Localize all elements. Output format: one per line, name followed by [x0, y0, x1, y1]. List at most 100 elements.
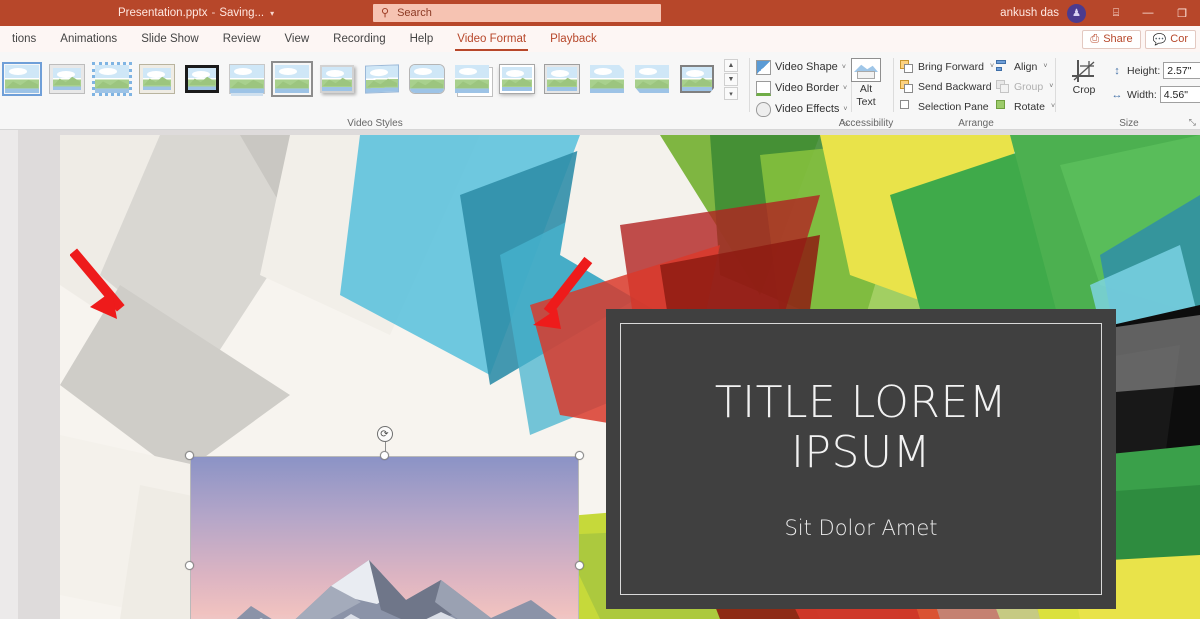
chevron-down-icon[interactable]: ˅ [990, 63, 994, 70]
video-style-thumbnail[interactable] [2, 58, 42, 100]
video-style-thumbnail[interactable] [497, 58, 537, 100]
chevron-down-icon[interactable]: ˅ [1043, 63, 1047, 70]
gallery-more-icon[interactable]: ▾ [724, 87, 738, 100]
video-format-menu-list: Video Shape ˅ Video Border ˅ Video Effec… [756, 58, 848, 118]
bring-forward-button[interactable]: Bring Forward ˅ [900, 58, 1002, 75]
ribbon-group-video-styles: ▲ ▼ ▾ Video Styles [0, 52, 750, 130]
rotate-button[interactable]: Rotate ˅ [996, 98, 1055, 115]
crop-button[interactable]: Crop [1064, 60, 1104, 96]
video-style-thumbnail[interactable] [452, 58, 492, 100]
resize-handle-w[interactable] [185, 561, 194, 570]
video-effects-icon [756, 102, 771, 117]
arrange-column-order: Bring Forward ˅ Send Backward ˅ Selectio… [900, 58, 1002, 115]
search-box[interactable]: ⚲ Search [373, 4, 661, 22]
video-style-thumbnail[interactable] [542, 58, 582, 100]
selection-pane-button[interactable]: Selection Pane [900, 98, 1002, 115]
restore-button[interactable]: ❐ [1164, 0, 1200, 26]
video-style-thumbnail[interactable] [677, 58, 717, 100]
send-backward-button[interactable]: Send Backward ˅ [900, 78, 1002, 95]
alt-text-button[interactable]: Alt Text [838, 58, 894, 108]
align-button[interactable]: Align ˅ [996, 58, 1055, 75]
align-icon [996, 60, 1010, 74]
gallery-scroll-buttons[interactable]: ▲ ▼ ▾ [724, 59, 738, 100]
title-textbox-inner-border: TITLE LOREM IPSUM Sit Dolor Amet [620, 323, 1102, 595]
video-border-label: Video Border [775, 82, 839, 94]
gallery-scroll-down-icon[interactable]: ▼ [724, 73, 738, 86]
avatar[interactable]: ♟ [1067, 4, 1086, 23]
height-input[interactable]: 2.57" [1163, 62, 1200, 79]
slide-panel: TITLE LOREM IPSUM Sit Dolor Amet [18, 130, 1200, 619]
selected-video-object[interactable]: ▲ ☰ 00:00 ⟳ [190, 456, 579, 619]
gallery-scroll-up-icon[interactable]: ▲ [724, 59, 738, 72]
rotate-icon [996, 100, 1010, 114]
bring-forward-icon [900, 60, 914, 74]
video-border-icon [756, 81, 771, 96]
tab-playback[interactable]: Playback [538, 26, 609, 52]
video-style-thumbnail[interactable] [227, 58, 267, 100]
width-input[interactable]: 4.56" [1160, 86, 1200, 103]
bring-forward-label: Bring Forward [918, 61, 984, 73]
width-label: Width: [1127, 89, 1157, 101]
crop-icon [1072, 60, 1096, 82]
tab-help[interactable]: Help [398, 26, 446, 52]
video-style-thumbnail[interactable] [317, 58, 357, 100]
tabstrip-actions: ⎙ Share 💬 Cor [1082, 26, 1196, 52]
tab-review[interactable]: Review [211, 26, 273, 52]
comments-label: Cor [1170, 33, 1188, 45]
title-bar-right: ankush das ♟ ⌸ — ❐ [1000, 0, 1200, 26]
arrange-column-position: Align ˅ Group ˅ Rotate ˅ [996, 58, 1055, 115]
ribbon-group-accessibility: Alt Text Accessibility [838, 52, 894, 130]
rotate-handle-icon[interactable]: ⟳ [377, 426, 393, 442]
comment-icon: 💬 [1153, 33, 1167, 46]
minimize-button[interactable]: — [1132, 0, 1164, 26]
tab-view[interactable]: View [272, 26, 321, 52]
group-label: Group [1014, 81, 1043, 93]
video-style-thumbnail[interactable] [272, 58, 312, 100]
video-frame[interactable]: ▲ ☰ 00:00 [190, 456, 579, 619]
resize-handle-n[interactable] [380, 451, 389, 460]
share-button[interactable]: ⎙ Share [1082, 30, 1140, 49]
video-shape-button[interactable]: Video Shape ˅ [756, 58, 848, 76]
powerpoint-window: Presentation.pptx - Saving... ▾ ⚲ Search… [0, 0, 1200, 619]
resize-handle-ne[interactable] [575, 451, 584, 460]
video-border-button[interactable]: Video Border ˅ [756, 79, 848, 97]
ribbon-group-arrange: Bring Forward ˅ Send Backward ˅ Selectio… [896, 52, 1056, 130]
send-backward-label: Send Backward [918, 81, 992, 93]
workspace: TITLE LOREM IPSUM Sit Dolor Amet [0, 130, 1200, 619]
tab-animations[interactable]: Animations [48, 26, 129, 52]
chevron-down-icon: ˅ [1049, 83, 1053, 90]
video-style-thumbnail[interactable] [182, 58, 222, 100]
send-backward-icon [900, 80, 914, 94]
video-styles-gallery[interactable] [2, 58, 717, 100]
video-style-thumbnail[interactable] [362, 58, 402, 100]
chevron-down-icon[interactable]: ˅ [1051, 103, 1055, 110]
resize-handle-e[interactable] [575, 561, 584, 570]
ribbon-display-options-icon[interactable]: ⌸ [1100, 0, 1132, 26]
alt-text-icon [851, 58, 881, 82]
chevron-down-icon[interactable]: ▾ [270, 9, 274, 18]
video-effects-button[interactable]: Video Effects ˅ [756, 100, 848, 118]
video-style-thumbnail[interactable] [587, 58, 627, 100]
size-dialog-launcher[interactable]: ⤡ [1189, 117, 1196, 128]
tab-transitions[interactable]: tions [0, 26, 48, 52]
group-label-size: Size [1058, 118, 1200, 129]
ribbon: ▲ ▼ ▾ Video Styles Video Shape ˅ Video B… [0, 52, 1200, 130]
user-name[interactable]: ankush das [1000, 7, 1059, 19]
ribbon-tabs: tions Animations Slide Show Review View … [0, 26, 1200, 52]
video-style-thumbnail[interactable] [47, 58, 87, 100]
tab-slide-show[interactable]: Slide Show [129, 26, 211, 52]
comments-button[interactable]: 💬 Cor [1145, 30, 1196, 49]
title-textbox[interactable]: TITLE LOREM IPSUM Sit Dolor Amet [606, 309, 1116, 609]
slide-subtitle: Sit Dolor Amet [784, 516, 937, 540]
video-style-thumbnail[interactable] [137, 58, 177, 100]
tab-recording[interactable]: Recording [321, 26, 397, 52]
resize-handle-nw[interactable] [185, 451, 194, 460]
video-style-thumbnail[interactable] [407, 58, 447, 100]
tab-video-format[interactable]: Video Format [445, 26, 538, 52]
video-style-thumbnail[interactable] [632, 58, 672, 100]
slide-title: TITLE LOREM IPSUM [671, 378, 1051, 478]
document-name[interactable]: Presentation.pptx [118, 7, 208, 19]
video-style-thumbnail[interactable] [92, 58, 132, 100]
slide-canvas[interactable]: TITLE LOREM IPSUM Sit Dolor Amet [60, 135, 1200, 619]
group-label-arrange: Arrange [896, 118, 1056, 129]
